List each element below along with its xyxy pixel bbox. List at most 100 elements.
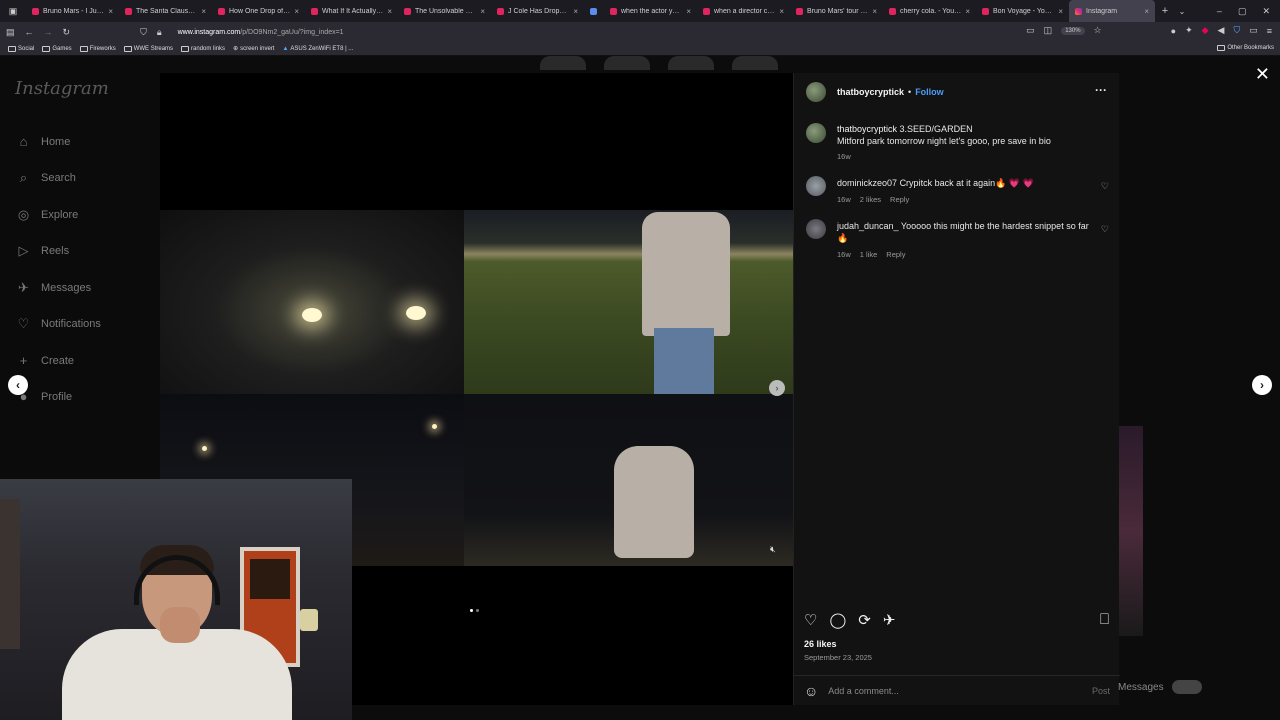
zoom-level[interactable]: 130% xyxy=(1061,26,1085,35)
comment-avatar[interactable] xyxy=(806,176,826,196)
extension-badge-icon[interactable]: ◆ xyxy=(1202,25,1209,36)
audio-icon[interactable]: ◀ xyxy=(1218,25,1225,36)
back-icon[interactable]: ← xyxy=(25,27,34,37)
tracking-shield-icon[interactable]: ⛉ xyxy=(140,27,147,38)
sidebar-toggle-icon[interactable]: ▤ xyxy=(6,27,15,38)
browser-tab[interactable]: J Cole Has Dropped - Th× xyxy=(491,0,584,22)
forward-icon[interactable]: → xyxy=(44,27,53,37)
save-bookmark-icon[interactable]: ⎕ xyxy=(1100,611,1109,628)
comment-input[interactable]: Add a comment... xyxy=(828,686,899,696)
sidebar-item-home[interactable]: ⌂ Home xyxy=(16,134,71,149)
bookmark-folder[interactable]: Social xyxy=(8,45,34,52)
close-tab-icon[interactable]: × xyxy=(573,7,578,16)
close-tab-icon[interactable]: × xyxy=(1058,7,1063,16)
comment-reply-button[interactable]: Reply xyxy=(886,250,905,259)
bookmark-link[interactable]: ⊕ screen invert xyxy=(233,45,274,53)
reload-icon[interactable]: ↻ xyxy=(63,27,71,38)
close-tab-icon[interactable]: × xyxy=(686,7,691,16)
previous-post-button[interactable]: ‹ xyxy=(8,375,28,395)
close-tab-icon[interactable]: × xyxy=(480,7,485,16)
comment-like-icon[interactable]: ♡ xyxy=(1101,181,1109,192)
next-post-button[interactable]: › xyxy=(1252,375,1272,395)
bookmark-link[interactable]: ▲ ASUS ZenWiFi ET8 | ... xyxy=(282,46,353,52)
close-tab-icon[interactable]: × xyxy=(1144,7,1149,16)
comment-likes[interactable]: 2 likes xyxy=(860,195,881,204)
comment-like-icon[interactable]: ♡ xyxy=(1101,224,1109,235)
close-tab-icon[interactable]: × xyxy=(872,7,877,16)
close-tab-icon[interactable]: × xyxy=(387,7,392,16)
browser-tab[interactable]: cherry cola. - YouTube× xyxy=(883,0,976,22)
comment-reply-button[interactable]: Reply xyxy=(890,195,909,204)
post-details-panel: thatboycryptick • Follow ··· thatboycryp… xyxy=(793,73,1120,705)
caption-avatar[interactable] xyxy=(806,123,826,143)
menu-icon[interactable]: ≡ xyxy=(1267,26,1272,36)
tab-list-icon[interactable]: ▣ xyxy=(0,6,26,17)
author-avatar[interactable] xyxy=(806,82,826,102)
share-icon[interactable]: ✈ xyxy=(883,611,896,629)
emoji-icon[interactable]: ☺ xyxy=(804,683,818,699)
lock-icon: 🔒︎ xyxy=(156,26,162,37)
comment-username[interactable]: judah_duncan_ xyxy=(837,221,899,231)
close-tab-icon[interactable]: × xyxy=(201,7,206,16)
close-tab-icon[interactable]: × xyxy=(779,7,784,16)
browser-tab[interactable]: How One Drop of Water × xyxy=(212,0,305,22)
close-tab-icon[interactable]: × xyxy=(965,7,970,16)
post-comment-button[interactable]: Post xyxy=(1092,686,1110,696)
sidebar-item-messages[interactable]: ✈ Messages xyxy=(16,280,91,295)
sidebar-item-reels[interactable]: ▷ Reels xyxy=(16,243,70,258)
browser-tab[interactable]: The Unsolvable Mystery × xyxy=(398,0,491,22)
browser-tab-active[interactable]: Instagram × xyxy=(1069,0,1155,22)
reader-view-icon[interactable]: ▭ xyxy=(1026,25,1035,36)
browser-tab[interactable]: Bruno Mars' tour has th× xyxy=(790,0,883,22)
floating-messages-button[interactable]: Messages xyxy=(1118,672,1248,702)
comment-bubble-icon[interactable]: ◯ xyxy=(829,611,846,629)
browser-tab[interactable]: Bruno Mars - I Just Might × xyxy=(26,0,119,22)
bookmark-folder[interactable]: Fireworks xyxy=(79,45,116,52)
account-icon[interactable]: ● xyxy=(1171,26,1176,36)
close-tab-icon[interactable]: × xyxy=(108,7,113,16)
new-tab-button[interactable]: + xyxy=(1155,5,1175,17)
author-username[interactable]: thatboycryptick xyxy=(837,87,904,97)
browser-tab[interactable]: when a director colour- × xyxy=(697,0,790,22)
likes-count[interactable]: 26 likes xyxy=(804,639,837,649)
other-bookmarks[interactable]: Other Bookmarks xyxy=(1217,45,1274,51)
close-window-icon[interactable]: ✕ xyxy=(1262,6,1270,17)
bookmark-folder[interactable]: WWE Streams xyxy=(123,45,173,52)
close-icon[interactable]: ✕ xyxy=(1255,64,1270,85)
comment-username[interactable]: dominickzeo07 xyxy=(837,178,897,188)
follow-button[interactable]: Follow xyxy=(915,87,944,97)
more-options-icon[interactable]: ··· xyxy=(1095,83,1107,97)
carousel-dot-active xyxy=(470,609,473,612)
caption-username[interactable]: thatboycryptick xyxy=(837,124,897,134)
browser-tab[interactable]: What If It Actually Happ× xyxy=(305,0,398,22)
browser-tab[interactable]: The Santa Clause's "Accu × xyxy=(119,0,212,22)
minimize-icon[interactable]: – xyxy=(1217,6,1222,16)
sidebar-item-search[interactable]: ⌕ Search xyxy=(16,170,76,185)
comment-likes[interactable]: 1 like xyxy=(860,250,878,259)
shield-extension-icon[interactable]: ⛉ xyxy=(1233,25,1240,36)
bookmark-folder[interactable]: Games xyxy=(42,45,72,52)
like-heart-icon[interactable]: ♡ xyxy=(804,611,817,629)
media-next-button[interactable]: › xyxy=(769,380,785,396)
bookmark-label: random links xyxy=(191,45,226,52)
browser-tab[interactable] xyxy=(584,0,604,22)
bookmark-folder[interactable]: random links xyxy=(181,45,226,52)
browser-tab[interactable]: when the actor you hire × xyxy=(604,0,697,22)
repost-icon[interactable]: ⟳ xyxy=(858,611,871,629)
mute-icon[interactable]: 🔇︎ xyxy=(770,544,776,555)
sidebar-item-create[interactable]: + Create xyxy=(16,353,74,368)
instagram-logo[interactable]: Instagram xyxy=(15,78,109,99)
url-field[interactable]: www.instagram.com/p/DO9Nm2_gaUu/?img_ind… xyxy=(178,29,344,36)
sidebar-item-explore[interactable]: ◎ Explore xyxy=(16,207,78,222)
window-icon[interactable]: ▭ xyxy=(1249,25,1258,36)
door-window xyxy=(250,559,290,599)
browser-tab[interactable]: Bon Voyage - YouTube × xyxy=(976,0,1069,22)
sidebar-item-notifications[interactable]: ♡ Notifications xyxy=(16,316,101,331)
comment-avatar[interactable] xyxy=(806,219,826,239)
pip-icon[interactable]: ◫ xyxy=(1044,25,1053,36)
bookmark-star-icon[interactable]: ☆ xyxy=(1094,25,1102,36)
tab-dropdown-icon[interactable]: ⌄ xyxy=(1175,7,1189,16)
close-tab-icon[interactable]: × xyxy=(294,7,299,16)
maximize-icon[interactable]: ▢ xyxy=(1238,6,1247,17)
extensions-icon[interactable]: ✦ xyxy=(1185,25,1193,36)
